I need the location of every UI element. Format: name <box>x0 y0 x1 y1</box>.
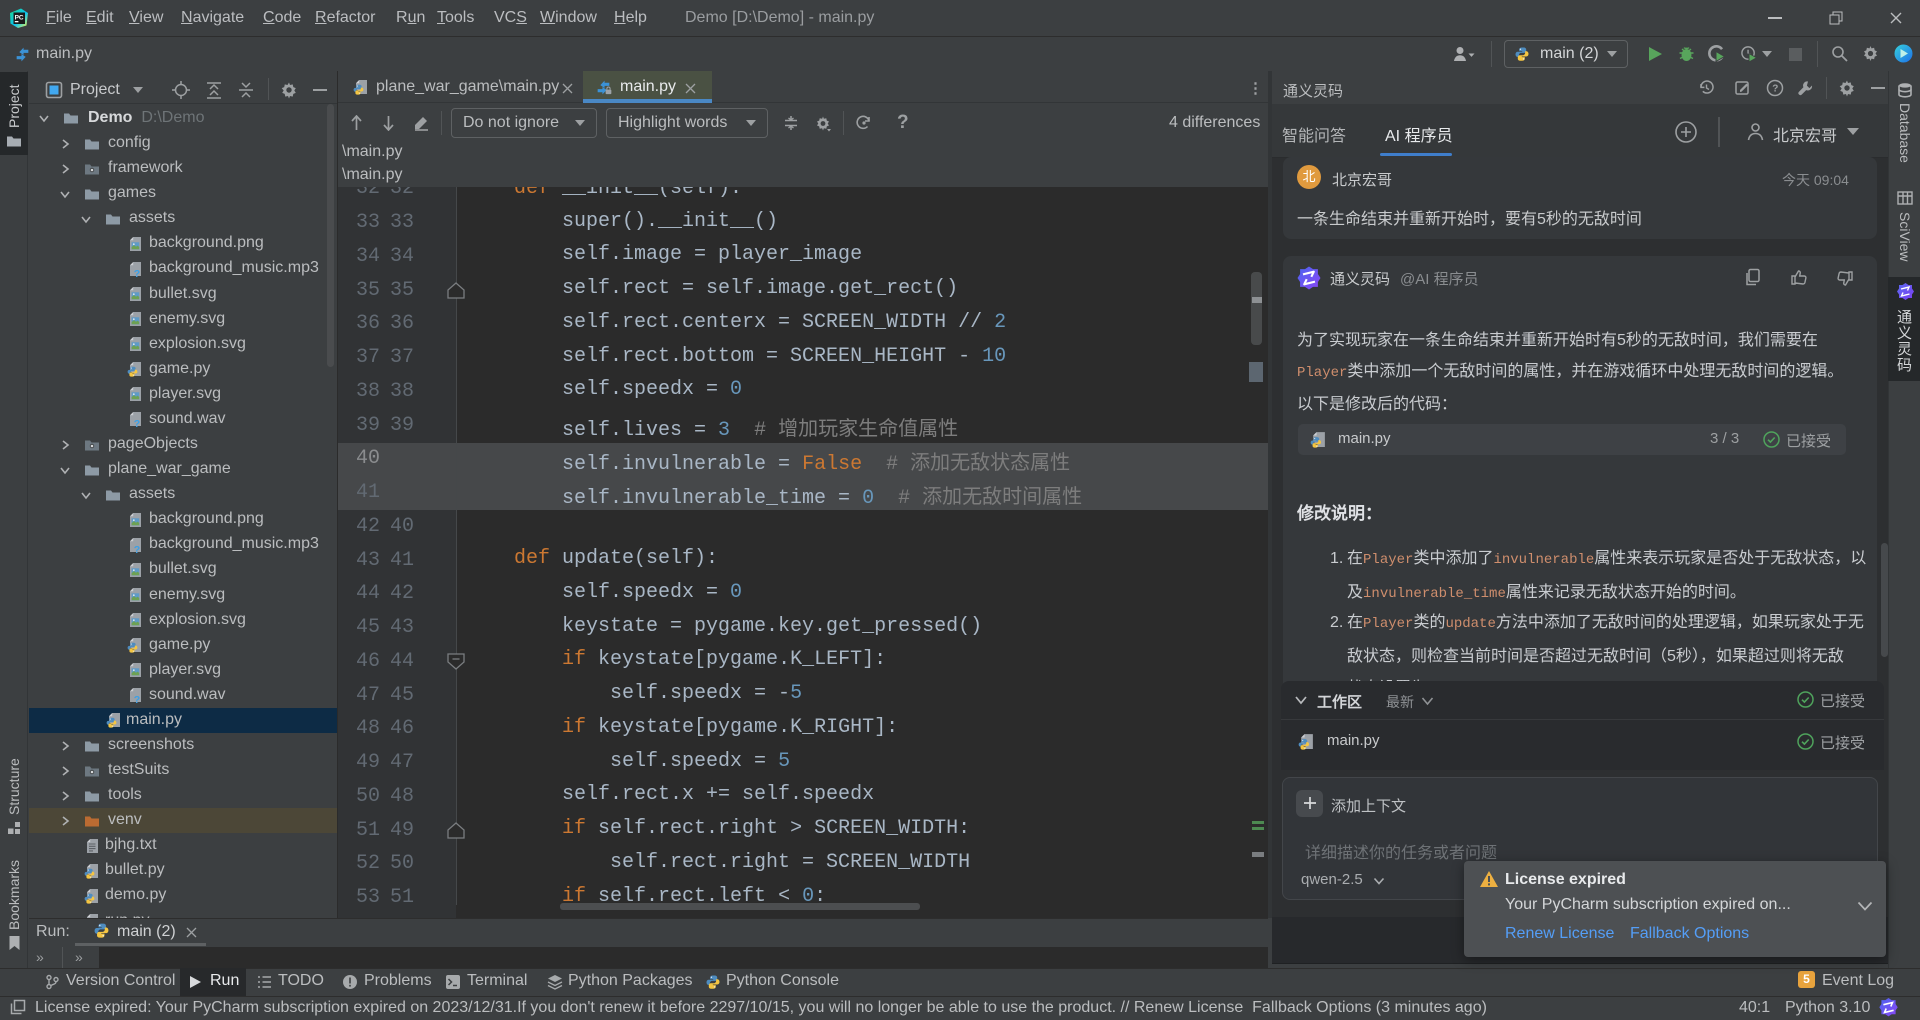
svg-text:?: ? <box>134 268 140 277</box>
svg-text:?: ? <box>134 694 140 703</box>
svg-text:?: ? <box>1772 84 1778 95</box>
svg-text:?: ? <box>134 544 140 553</box>
svg-text:PC: PC <box>15 15 24 22</box>
svg-text:?: ? <box>134 418 140 427</box>
